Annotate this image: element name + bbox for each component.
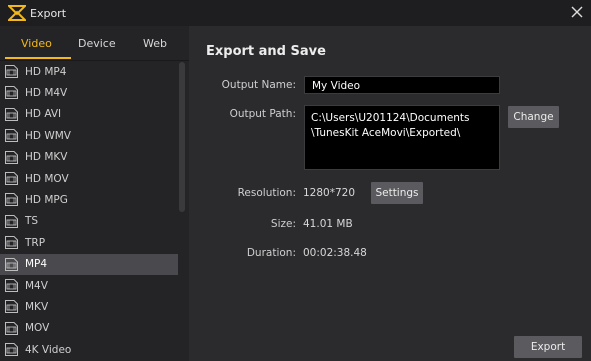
film-file-icon [5, 193, 18, 207]
film-file-icon [5, 343, 18, 357]
format-item-label: HD MP4 [25, 65, 67, 78]
format-item[interactable]: TRP [0, 232, 178, 253]
size-value: 41.01 MB [303, 218, 353, 230]
tab-video[interactable]: Video [21, 37, 52, 50]
film-file-icon [5, 278, 18, 292]
tab-web[interactable]: Web [143, 37, 167, 50]
title-bar: Export [0, 0, 591, 26]
format-item[interactable]: HD AVI [0, 104, 178, 125]
film-file-icon [5, 107, 18, 121]
tab-device[interactable]: Device [78, 37, 116, 50]
format-item-label: TS [25, 215, 39, 228]
format-item-label: M4V [25, 279, 48, 292]
film-file-icon [5, 86, 18, 100]
format-item[interactable]: M4V [0, 275, 178, 296]
format-item-label: HD M4V [25, 87, 68, 100]
format-item[interactable]: HD WMV [0, 125, 178, 146]
format-item[interactable]: HD M4V [0, 82, 178, 103]
format-item-label: HD AVI [25, 108, 62, 121]
output-path-line-1: C:\Users\U201124\Documents [311, 112, 470, 124]
output-name-input[interactable]: My Video [304, 76, 500, 94]
film-file-icon [5, 171, 18, 185]
format-item[interactable]: HD MP4 [0, 61, 178, 82]
format-item[interactable]: HD MKV [0, 147, 178, 168]
film-file-icon [5, 321, 18, 335]
format-item-label: MP4 [25, 258, 48, 271]
format-list: HD MP4 HD M4V HD AVI HD WMV HD MKV HD MOV HD M… [0, 61, 178, 361]
format-item-label: HD MOV [25, 172, 69, 185]
format-item[interactable]: MP4 [0, 253, 178, 275]
film-file-icon [5, 236, 18, 250]
film-file-icon [5, 129, 18, 143]
active-tab-indicator [5, 57, 71, 59]
format-item-label: 4K Video [25, 343, 72, 356]
format-item-label: HD MPG [25, 194, 68, 207]
format-item[interactable]: MKV [0, 296, 178, 317]
film-file-icon [5, 257, 18, 271]
format-item[interactable]: HD MOV [0, 168, 178, 189]
film-file-icon [5, 65, 18, 78]
export-button[interactable]: Export [514, 336, 582, 358]
format-item-label: HD MKV [25, 151, 68, 164]
resolution-label: Resolution: [237, 187, 296, 199]
format-item[interactable]: TS [0, 211, 178, 232]
output-path-label: Output Path: [229, 108, 296, 120]
app-logo-icon [8, 5, 26, 21]
close-icon[interactable] [569, 4, 585, 20]
format-item[interactable]: MOV [0, 318, 178, 339]
film-file-icon [5, 300, 18, 314]
format-item[interactable]: HD MPG [0, 189, 178, 210]
format-item-label: MOV [25, 322, 50, 335]
film-file-icon [5, 150, 18, 164]
settings-button[interactable]: Settings [371, 182, 423, 204]
section-heading: Export and Save [206, 44, 326, 59]
output-path-line-2: \TunesKit AceMovi\Exported\ [311, 127, 461, 139]
film-file-icon [5, 214, 18, 228]
duration-value: 00:02:38.48 [303, 247, 367, 259]
window-title: Export [30, 7, 67, 20]
resolution-value: 1280*720 [303, 187, 356, 199]
format-panel: Video Device Web HD MP4 HD M4V HD AVI HD WM… [0, 26, 189, 361]
format-tabs: Video Device Web [0, 26, 189, 61]
size-label: Size: [270, 218, 296, 230]
duration-label: Duration: [246, 247, 296, 259]
output-path-field[interactable]: C:\Users\U201124\Documents \TunesKit Ace… [304, 105, 500, 170]
format-item-label: MKV [25, 300, 49, 313]
format-item-label: HD WMV [25, 129, 71, 142]
format-item[interactable]: 4K Video [0, 339, 178, 360]
format-item-label: TRP [25, 236, 46, 249]
output-name-label: Output Name: [221, 79, 296, 91]
change-path-button[interactable]: Change [508, 106, 559, 128]
